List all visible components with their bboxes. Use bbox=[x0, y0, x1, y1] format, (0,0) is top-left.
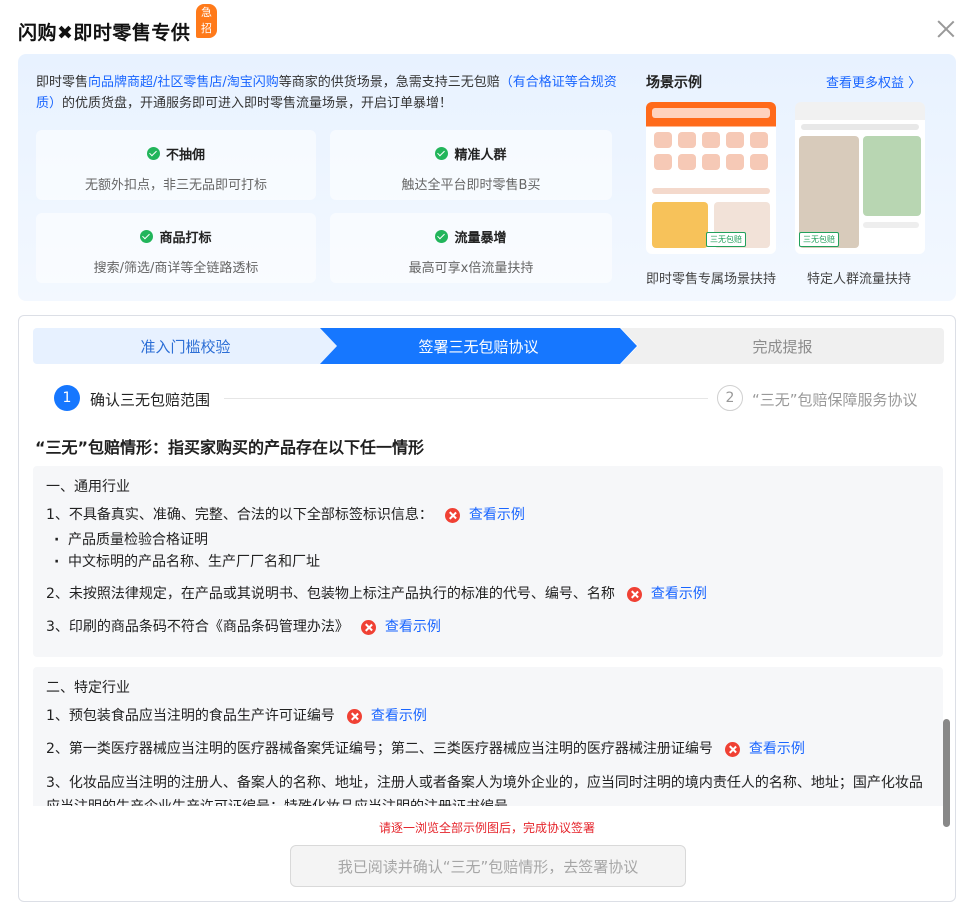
scenario-list[interactable]: 一、通用行业 1、不具备真实、准确、完整、合法的以下全部标签标识信息： 查看示例… bbox=[33, 466, 943, 806]
item-text: 1、预包装食品应当注明的食品生产许可证编号 bbox=[46, 708, 335, 724]
benefits-banner: 即时零售向品牌商超/社区零售店/淘宝闪购等商家的供货场景，急需支持三无包赔（有合… bbox=[18, 54, 956, 301]
scene-example-image-2[interactable]: 三无包赔 bbox=[795, 102, 925, 254]
error-circle-icon bbox=[360, 619, 376, 635]
item-text: 3、化妆品应当注明的注册人、备案人的名称、地址，注册人或者备案人为境外企业的，应… bbox=[46, 775, 923, 806]
list-item: 3、印刷的商品条码不符合《商品条码管理办法》 查看示例 bbox=[46, 616, 930, 638]
benefit-title: 精准人群 bbox=[454, 148, 507, 163]
phone-tag: 三无包赔 bbox=[799, 232, 839, 247]
scrollbar-thumb[interactable] bbox=[943, 719, 950, 827]
error-circle-icon bbox=[346, 708, 362, 724]
list-item: 1、预包装食品应当注明的食品生产许可证编号 查看示例 bbox=[46, 705, 930, 727]
view-example-link[interactable]: 查看示例 bbox=[385, 616, 441, 638]
error-circle-icon bbox=[444, 507, 460, 523]
substep-label: 确认三无包赔范围 bbox=[90, 391, 211, 409]
item-text: 3、印刷的商品条码不符合《商品条码管理办法》 bbox=[46, 619, 349, 635]
benefit-card-title: 精准人群 bbox=[435, 144, 507, 163]
benefit-desc: 无额外扣点，非三无品即可打标 bbox=[84, 178, 267, 193]
list-item: 1、不具备真实、准确、完整、合法的以下全部标签标识信息： 查看示例 bbox=[46, 504, 930, 526]
view-example-link[interactable]: 查看示例 bbox=[469, 504, 525, 526]
intro-text: 即时零售向品牌商超/社区零售店/淘宝闪购等商家的供货场景，急需支持三无包赔（有合… bbox=[36, 72, 626, 114]
benefit-card-title: 流量暴增 bbox=[435, 227, 507, 246]
list-item: 3、化妆品应当注明的注册人、备案人的名称、地址，注册人或者备案人为境外企业的，应… bbox=[46, 771, 930, 806]
view-example-link[interactable]: 查看示例 bbox=[749, 738, 805, 760]
check-circle-icon bbox=[435, 230, 449, 243]
scene-example-image-1[interactable]: 三无包赔 bbox=[646, 102, 776, 254]
list-item: 2、未按照法律规定，在产品或其说明书、包装物上标注产品执行的标准的代号、编号、名… bbox=[46, 583, 930, 605]
bullet-list: 产品质量检验合格证明 中文标明的产品名称、生产厂厂名和厂址 bbox=[46, 529, 930, 573]
benefit-cards: 不抽佣 无额外扣点，非三无品即可打标 精准人群 触达全平台即时零售B买 商品打标… bbox=[36, 130, 612, 283]
check-circle-icon bbox=[435, 147, 449, 160]
item-text: 2、未按照法律规定，在产品或其说明书、包装物上标注产品执行的标准的代号、编号、名… bbox=[46, 586, 615, 602]
phone-tag: 三无包赔 bbox=[706, 232, 746, 247]
benefit-card-title: 不抽佣 bbox=[146, 144, 205, 163]
progress-steps: 准入门槛校验 签署三无包赔协议 完成提报 bbox=[33, 328, 944, 364]
more-benefits-link[interactable]: 查看更多权益 〉 bbox=[826, 72, 921, 91]
benefit-desc: 搜索/筛选/商详等全链路透标 bbox=[93, 261, 259, 276]
urgent-badge: 急招 bbox=[196, 4, 217, 38]
view-example-link[interactable]: 查看示例 bbox=[651, 583, 707, 605]
dialog-header: 闪购✖即时零售专供 急招 bbox=[18, 4, 217, 48]
benefit-title: 不抽佣 bbox=[165, 148, 205, 163]
check-circle-icon bbox=[140, 230, 154, 243]
scene-title: 场景示例 bbox=[646, 75, 702, 91]
bullet-item: 中文标明的产品名称、生产厂厂名和厂址 bbox=[46, 551, 930, 573]
check-circle-icon bbox=[146, 147, 160, 160]
error-circle-icon bbox=[626, 586, 642, 602]
substeps: 1 确认三无包赔范围 2 “三无”包赔保障服务协议 bbox=[54, 384, 933, 412]
agreement-panel: 准入门槛校验 签署三无包赔协议 完成提报 1 确认三无包赔范围 2 “三无”包赔… bbox=[18, 315, 956, 902]
error-circle-icon bbox=[724, 741, 740, 757]
benefit-card-title: 商品打标 bbox=[140, 227, 212, 246]
intro-text-part: 的优质货盘，开通服务即可进入即时零售流量场景，开启订单暴增！ bbox=[62, 96, 453, 111]
benefit-desc: 触达全平台即时零售B买 bbox=[401, 178, 541, 193]
dialog-title: 闪购✖即时零售专供 bbox=[18, 21, 191, 44]
industry-group: 一、通用行业 1、不具备真实、准确、完整、合法的以下全部标签标识信息： 查看示例… bbox=[33, 466, 943, 657]
intro-text-part: 即时零售 bbox=[36, 75, 89, 90]
benefit-title: 商品打标 bbox=[159, 231, 212, 246]
benefit-title: 流量暴增 bbox=[454, 231, 507, 246]
section-heading: “三无”包赔情形：指买家购买的产品存在以下任一情形 bbox=[35, 438, 425, 457]
benefit-card: 精准人群 触达全平台即时零售B买 bbox=[330, 130, 612, 200]
reading-hint: 请逐一浏览全部示例图后，完成协议签署 bbox=[378, 821, 595, 835]
substep-label: “三无”包赔保障服务协议 bbox=[752, 391, 918, 409]
bullet-item: 产品质量检验合格证明 bbox=[46, 529, 930, 551]
intro-text-part: 等商家的供货场景，急需支持三无包赔 bbox=[278, 75, 500, 90]
substep-number: 1 bbox=[54, 385, 80, 411]
industry-group: 二、特定行业 1、预包装食品应当注明的食品生产许可证编号 查看示例 2、第一类医… bbox=[33, 667, 943, 806]
substep-number: 2 bbox=[717, 385, 743, 411]
substep-connector bbox=[224, 398, 708, 399]
step-complete: 完成提报 bbox=[621, 328, 944, 364]
item-text: 2、第一类医疗器械应当注明的医疗器械备案凭证编号；第二、三类医疗器械应当注明的医… bbox=[46, 741, 713, 757]
item-text: 1、不具备真实、准确、完整、合法的以下全部标签标识信息： bbox=[46, 507, 433, 523]
scene-caption: 即时零售专属场景扶持 bbox=[646, 272, 777, 287]
list-item: 2、第一类医疗器械应当注明的医疗器械备案凭证编号；第二、三类医疗器械应当注明的医… bbox=[46, 738, 930, 760]
view-example-link[interactable]: 查看示例 bbox=[371, 705, 427, 727]
group-title: 二、特定行业 bbox=[46, 680, 130, 696]
benefit-desc: 最高可享x倍流量扶持 bbox=[408, 261, 534, 276]
close-icon[interactable] bbox=[937, 20, 955, 38]
benefit-card: 流量暴增 最高可享x倍流量扶持 bbox=[330, 213, 612, 283]
step-admission-check: 准入门槛校验 bbox=[33, 328, 338, 364]
dialog: 闪购✖即时零售专供 急招 即时零售向品牌商超/社区零售店/淘宝闪购等商家的供货场… bbox=[0, 0, 973, 920]
confirm-sign-button[interactable]: 我已阅读并确认“三无”包赔情形，去签署协议 bbox=[290, 845, 686, 887]
benefit-card: 商品打标 搜索/筛选/商详等全链路透标 bbox=[36, 213, 316, 283]
intro-highlight: 向品牌商超/社区零售店/淘宝闪购 bbox=[88, 75, 279, 90]
step-sign-agreement: 签署三无包赔协议 bbox=[320, 328, 637, 364]
group-title: 一、通用行业 bbox=[46, 479, 130, 495]
benefit-card: 不抽佣 无额外扣点，非三无品即可打标 bbox=[36, 130, 316, 200]
scene-caption: 特定人群流量扶持 bbox=[807, 272, 912, 287]
